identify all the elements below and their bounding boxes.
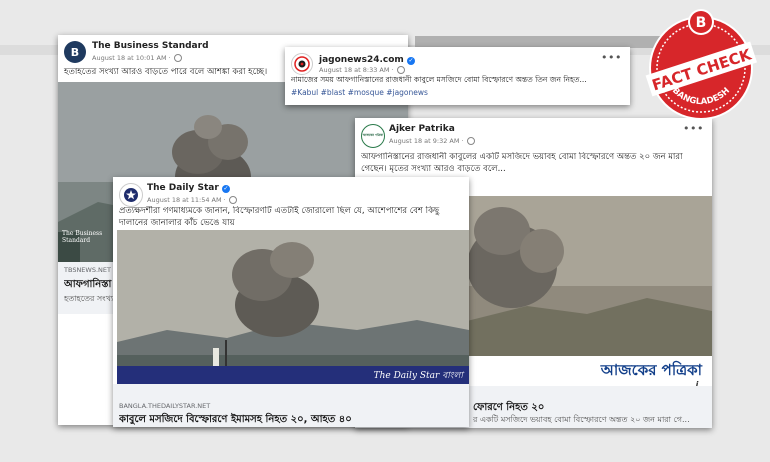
explosion-photo — [117, 230, 469, 384]
fact-check-badge: B FACT CHECK BANGLADESH — [645, 9, 758, 120]
post-date[interactable]: August 18 at 10:01 AM · — [92, 54, 182, 62]
daily-star-emblem-icon — [124, 188, 138, 202]
page-name[interactable]: jagonews24.com ✓ — [319, 55, 415, 65]
explosion-photo — [467, 196, 712, 356]
more-options-icon[interactable]: ••• — [601, 51, 622, 64]
link-subtitle: র একটি মসজিদে ভয়াবহ বোমা বিস্ফোরণে অন্ত… — [473, 415, 690, 424]
verified-icon: ✓ — [221, 185, 230, 193]
post-header: আজকের পত্রিকা Ajker Patrika August 18 at… — [361, 122, 706, 152]
post-caption-line-1: প্রত্যক্ষদর্শীরা গণমাধ্যমকে জানান, বিস্ফ… — [119, 206, 440, 216]
daily-star-watermark: The Daily Star বাংলা — [373, 371, 463, 381]
business-standard-watermark: The Business Standard — [62, 230, 103, 244]
ajker-patrika-logo[interactable]: আজকের পত্রিকা — [361, 124, 385, 148]
post-date[interactable]: August 18 at 8:33 AM · — [319, 66, 405, 74]
post-caption-line-1: আফগানিস্তানের রাজধানী কাবুলের একটি মসজিদ… — [361, 152, 683, 162]
ajker-patrika-wordmark: আজকের পত্রিকা — [600, 361, 702, 379]
post-daily-star: The Daily Star ✓ August 18 at 11:54 AM ·… — [113, 177, 469, 427]
post-caption-line-2: দালানের জানালার কাঁচ ভেঙে যায় — [119, 218, 235, 228]
verified-icon: ✓ — [406, 57, 415, 65]
post-caption: নামাজের সময় আফগানিস্তানের রাজধানী কাবুল… — [291, 75, 587, 84]
link-domain: TBSNEWS.NET — [64, 266, 111, 274]
post-caption-line-2: গেছেন। মৃতের সংখ্যা আরও বাড়তে বলে... — [361, 164, 506, 174]
business-standard-logo[interactable]: B — [64, 41, 86, 63]
post-jagonews: jagonews24.com ✓ August 18 at 8:33 AM · … — [285, 47, 630, 105]
page-name[interactable]: The Business Standard — [92, 41, 209, 51]
post-hashtags[interactable]: #Kabul #blast #mosque #jagonews — [291, 87, 624, 98]
post-date[interactable]: August 18 at 9:32 AM · — [389, 137, 475, 145]
post-date[interactable]: August 18 at 11:54 AM · — [147, 196, 237, 204]
globe-icon — [228, 196, 237, 204]
jagonews-logo[interactable] — [291, 53, 313, 75]
eye-icon — [294, 56, 310, 72]
link-title: কাবুলে মসজিদে বিস্ফোরণে ইমামসহ নিহত ২০, … — [119, 414, 352, 425]
daily-star-logo[interactable] — [119, 183, 143, 207]
post-photo[interactable]: The Daily Star বাংলা — [117, 230, 469, 384]
badge-letter: B — [696, 15, 707, 31]
page-name[interactable]: The Daily Star ✓ — [147, 183, 230, 193]
globe-icon — [396, 66, 405, 74]
globe-icon — [173, 54, 182, 62]
globe-icon — [466, 137, 475, 145]
page-name[interactable]: Ajker Patrika — [389, 124, 455, 134]
post-photo[interactable] — [467, 196, 712, 356]
daily-star-strip: The Daily Star বাংলা — [117, 366, 469, 384]
link-preview[interactable]: BANGLA.THEDAILYSTAR.NET কাবুলে মসজিদে বি… — [113, 384, 469, 427]
link-domain: BANGLA.THEDAILYSTAR.NET — [119, 402, 211, 410]
